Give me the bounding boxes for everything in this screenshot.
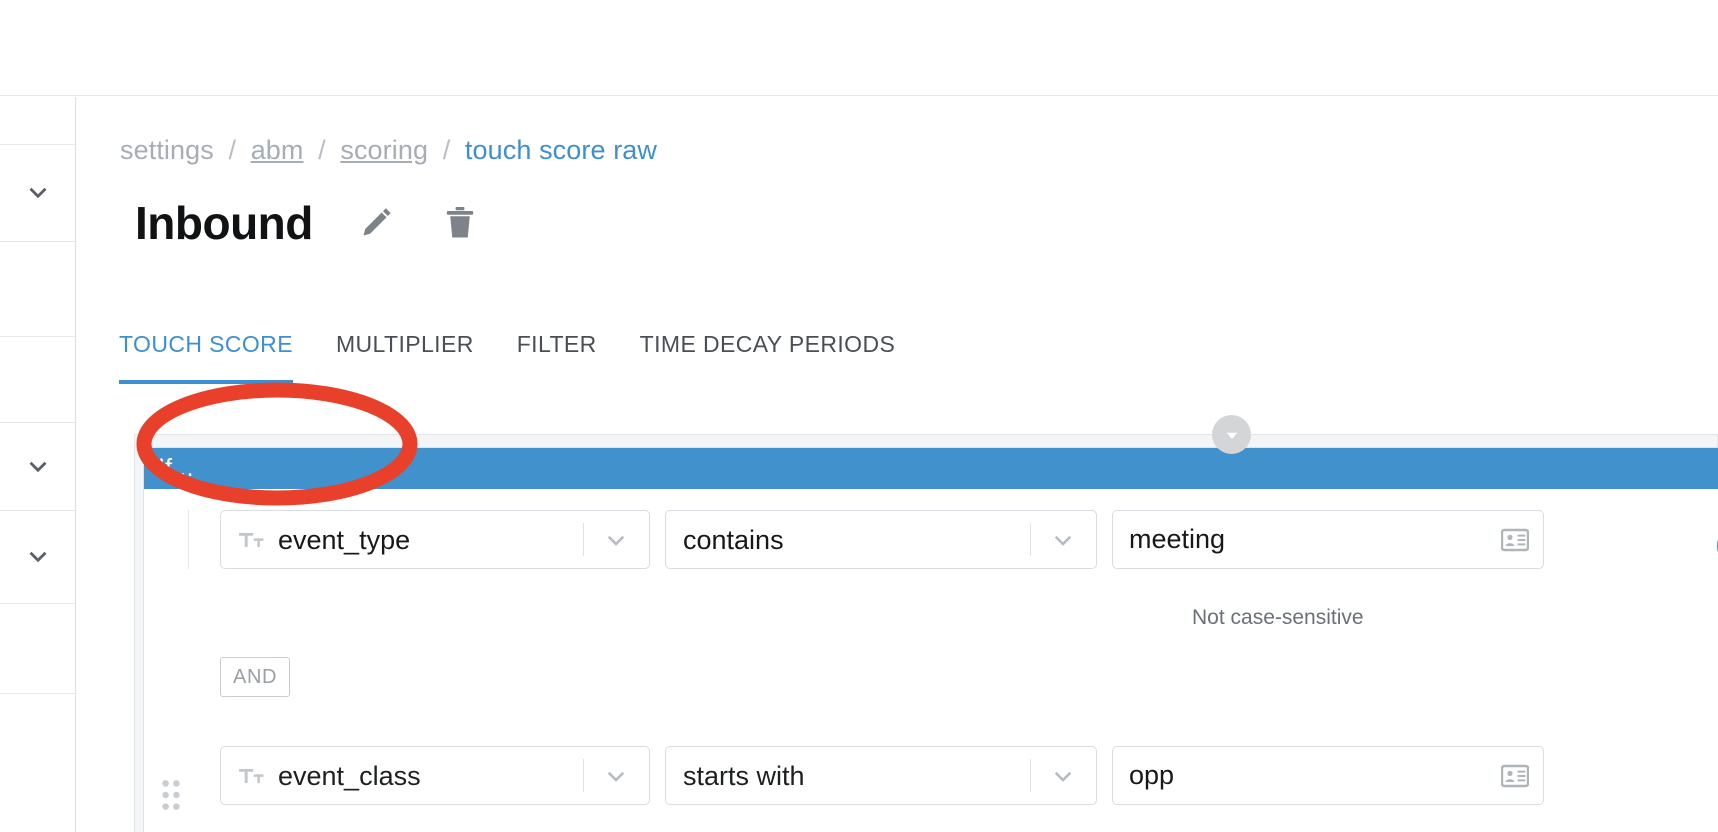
breadcrumb-separator: / xyxy=(442,135,451,165)
attribute-select[interactable]: event_class xyxy=(220,746,650,805)
chevron-down-icon xyxy=(25,180,51,206)
breadcrumb: settings / abm / scoring / touch score r… xyxy=(120,133,657,167)
operator-value: contains xyxy=(683,524,784,555)
chevron-down-icon xyxy=(25,454,51,480)
breadcrumb-separator: / xyxy=(228,135,237,165)
operator-select[interactable]: contains xyxy=(665,510,1097,569)
condition-builder-panel: If... event_type contains meeting Not ca… xyxy=(134,415,1718,832)
sidebar-row[interactable] xyxy=(0,604,75,694)
tab-touch-score[interactable]: TOUCH SCORE xyxy=(119,331,293,384)
caret-down-icon xyxy=(1226,432,1237,439)
contact-card-icon[interactable] xyxy=(1500,764,1530,788)
pencil-icon[interactable] xyxy=(359,206,393,240)
value-input[interactable] xyxy=(1129,760,1469,791)
if-group-card: If... event_type contains meeting Not ca… xyxy=(143,447,1718,832)
breadcrumb-item-scoring[interactable]: scoring xyxy=(340,135,428,165)
main-content: settings / abm / scoring / touch score r… xyxy=(77,97,1718,832)
if-group-body: event_type contains meeting Not case-sen… xyxy=(144,510,1718,810)
page-title-row: Inbound xyxy=(135,195,475,251)
text-type-icon xyxy=(238,763,264,789)
chevron-down-icon xyxy=(25,544,51,570)
app-root: settings / abm / scoring / touch score r… xyxy=(0,0,1718,832)
value-helper-text: Not case-sensitive xyxy=(1192,606,1364,629)
condition-row: event_type contains xyxy=(144,510,1718,569)
operator-value: starts with xyxy=(683,760,805,791)
value-field[interactable] xyxy=(1112,510,1544,569)
condition-row-2-wrapper: event_class starts with xyxy=(144,725,1718,810)
tab-multiplier[interactable]: MULTIPLIER xyxy=(336,331,474,384)
sidebar-row[interactable] xyxy=(0,337,75,423)
sidebar-row[interactable] xyxy=(0,145,75,242)
chevron-down-icon[interactable] xyxy=(1030,747,1096,804)
chevron-down-icon[interactable] xyxy=(1030,511,1096,568)
attribute-select[interactable]: event_type xyxy=(220,510,650,569)
chevron-down-icon[interactable] xyxy=(583,511,649,568)
page-title: Inbound xyxy=(135,197,313,249)
operator-select[interactable]: starts with xyxy=(665,746,1097,805)
chevron-down-icon[interactable] xyxy=(583,747,649,804)
value-input[interactable] xyxy=(1129,524,1469,555)
breadcrumb-item-abm[interactable]: abm xyxy=(251,135,304,165)
value-field[interactable] xyxy=(1112,746,1544,805)
trash-icon[interactable] xyxy=(445,205,475,241)
if-label: If... xyxy=(158,454,194,482)
join-operator-and[interactable]: AND xyxy=(220,657,291,697)
sidebar-row[interactable] xyxy=(0,242,75,337)
if-group-header: If... xyxy=(144,448,1718,489)
contact-card-icon[interactable] xyxy=(1500,528,1530,552)
tab-time-decay-periods[interactable]: TIME DECAY PERIODS xyxy=(640,331,896,384)
breadcrumb-item-settings[interactable]: settings xyxy=(120,135,214,165)
sidebar-row[interactable] xyxy=(0,694,75,824)
left-sidebar xyxy=(0,97,76,832)
collapse-toggle-button[interactable] xyxy=(1212,415,1251,454)
attribute-value: event_class xyxy=(278,760,421,791)
tab-bar: TOUCH SCORE MULTIPLIER FILTER TIME DECAY… xyxy=(119,312,895,384)
sidebar-row[interactable] xyxy=(0,423,75,511)
sidebar-row[interactable] xyxy=(0,97,75,145)
text-type-icon xyxy=(238,527,264,553)
drag-handle-icon[interactable] xyxy=(160,778,182,812)
condition-row: event_class starts with xyxy=(144,746,1718,810)
breadcrumb-item-touch-score-raw[interactable]: touch score raw xyxy=(465,135,657,165)
sidebar-row[interactable] xyxy=(0,511,75,604)
attribute-value: event_type xyxy=(278,524,411,555)
top-bar xyxy=(0,0,1718,96)
breadcrumb-separator: / xyxy=(318,135,326,165)
tab-filter[interactable]: FILTER xyxy=(517,331,597,384)
